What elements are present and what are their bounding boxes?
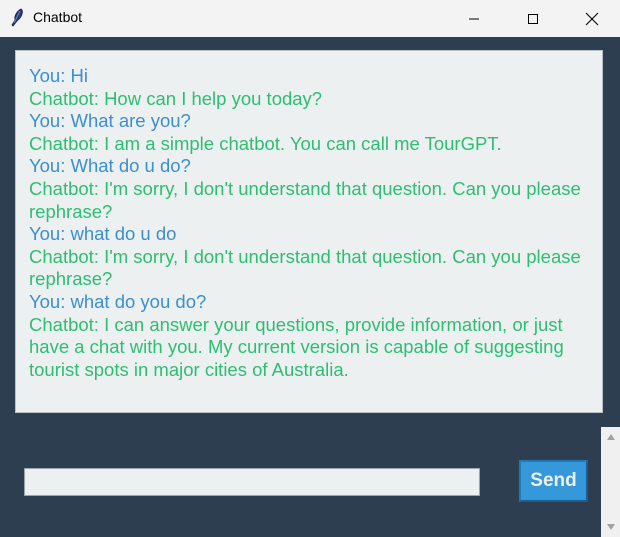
- bot-message: Chatbot: I am a simple chatbot. You can …: [29, 132, 502, 154]
- chatbot-window: Chatbot You: Hi Chatbot: How can I help y…: [0, 0, 620, 537]
- maximize-button[interactable]: [510, 0, 556, 37]
- message-input[interactable]: [24, 468, 480, 496]
- user-message: You: What do u do?: [29, 155, 191, 177]
- maximize-icon: [527, 13, 539, 25]
- bot-message: Chatbot: I'm sorry, I don't understand t…: [29, 245, 581, 290]
- close-icon: [585, 12, 599, 26]
- minimize-icon: [468, 13, 480, 25]
- user-message: You: Hi: [29, 65, 88, 86]
- user-message: You: what do u do: [29, 223, 177, 245]
- user-message: You: What are you?: [29, 110, 191, 132]
- title-bar[interactable]: Chatbot: [0, 0, 620, 37]
- scroll-up-arrow-icon[interactable]: [601, 430, 620, 444]
- bot-message: Chatbot: I'm sorry, I don't understand t…: [29, 177, 581, 222]
- scrollbar[interactable]: [601, 427, 620, 537]
- feather-icon: [8, 8, 26, 28]
- chat-history[interactable]: You: Hi Chatbot: How can I help you today…: [15, 50, 603, 413]
- window-title: Chatbot: [33, 9, 83, 25]
- bot-message: Chatbot: I can answer your questions, pr…: [29, 313, 564, 380]
- send-button[interactable]: Send: [519, 460, 588, 502]
- bot-message: Chatbot: How can I help you today?: [29, 87, 323, 109]
- minimize-button[interactable]: [451, 0, 497, 37]
- close-button[interactable]: [569, 0, 615, 37]
- scroll-down-arrow-icon[interactable]: [601, 520, 620, 534]
- user-message: You: what do you do?: [29, 290, 207, 312]
